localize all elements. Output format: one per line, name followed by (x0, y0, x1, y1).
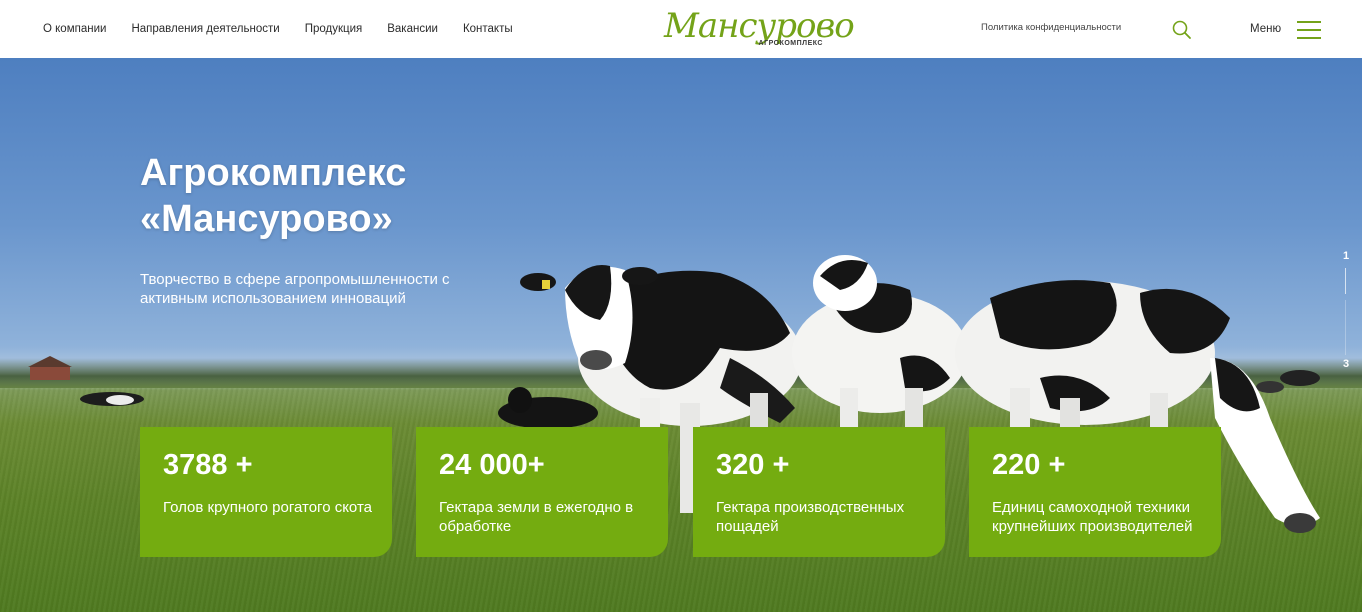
pager-last[interactable]: 3 (1338, 358, 1354, 370)
nav-item-products[interactable]: Продукция (305, 23, 363, 35)
slide-pager: 1 3 (1338, 250, 1354, 375)
hero-title: Агрокомплекс «Мансурово» (140, 152, 407, 240)
site-header: О компании Направления деятельности Прод… (0, 0, 1362, 58)
site-logo[interactable]: Мансурово АГРОКОМПЛЕКС (664, 4, 855, 54)
stat-value: 24 000+ (439, 449, 545, 481)
privacy-policy-link[interactable]: Политика конфиденциальности (981, 22, 1121, 33)
pager-track-top (1345, 268, 1346, 294)
pager-current[interactable]: 1 (1338, 250, 1354, 262)
pager-track-bottom (1345, 300, 1346, 355)
menu-label: Меню (1250, 23, 1282, 35)
stat-value: 320 + (716, 449, 790, 481)
stat-label: Единиц самоходной техники крупнейших про… (992, 499, 1193, 535)
stats-row: 3788 + Голов крупного рогатого скота 24 … (140, 427, 1222, 557)
stat-value: 220 + (992, 449, 1066, 481)
stat-value: 3788 + (163, 449, 253, 481)
hamburger-icon (1297, 19, 1322, 39)
search-button[interactable] (1170, 18, 1194, 42)
logo-subtitle: АГРОКОМПЛЕКС (758, 40, 823, 47)
main-nav: О компании Направления деятельности Прод… (43, 0, 513, 58)
stat-label: Гектара производственных пощадей (716, 499, 905, 535)
hero-banner: Агрокомплекс «Мансурово» Творчество в сф… (0, 58, 1362, 612)
stat-card-machinery: 220 + Единиц самоходной техники крупнейш… (969, 427, 1221, 557)
stat-label: Гектара земли в ежегодно в обработке (439, 499, 634, 535)
search-icon (1172, 20, 1191, 39)
stat-card-production-area: 320 + Гектара производственных пощадей (693, 427, 945, 557)
stat-card-land: 24 000+ Гектара земли в ежегодно в обраб… (416, 427, 668, 557)
stat-card-cattle: 3788 + Голов крупного рогатого скота (140, 427, 392, 557)
nav-item-vacancies[interactable]: Вакансии (387, 23, 438, 35)
nav-item-directions[interactable]: Направления деятельности (131, 23, 279, 35)
nav-item-about[interactable]: О компании (43, 23, 106, 35)
menu-button[interactable]: Меню (1250, 14, 1322, 44)
stat-label: Голов крупного рогатого скота (163, 499, 372, 516)
nav-item-contacts[interactable]: Контакты (463, 23, 513, 35)
hero-subtitle: Творчество в сфере агропромышленности с … (140, 271, 450, 307)
